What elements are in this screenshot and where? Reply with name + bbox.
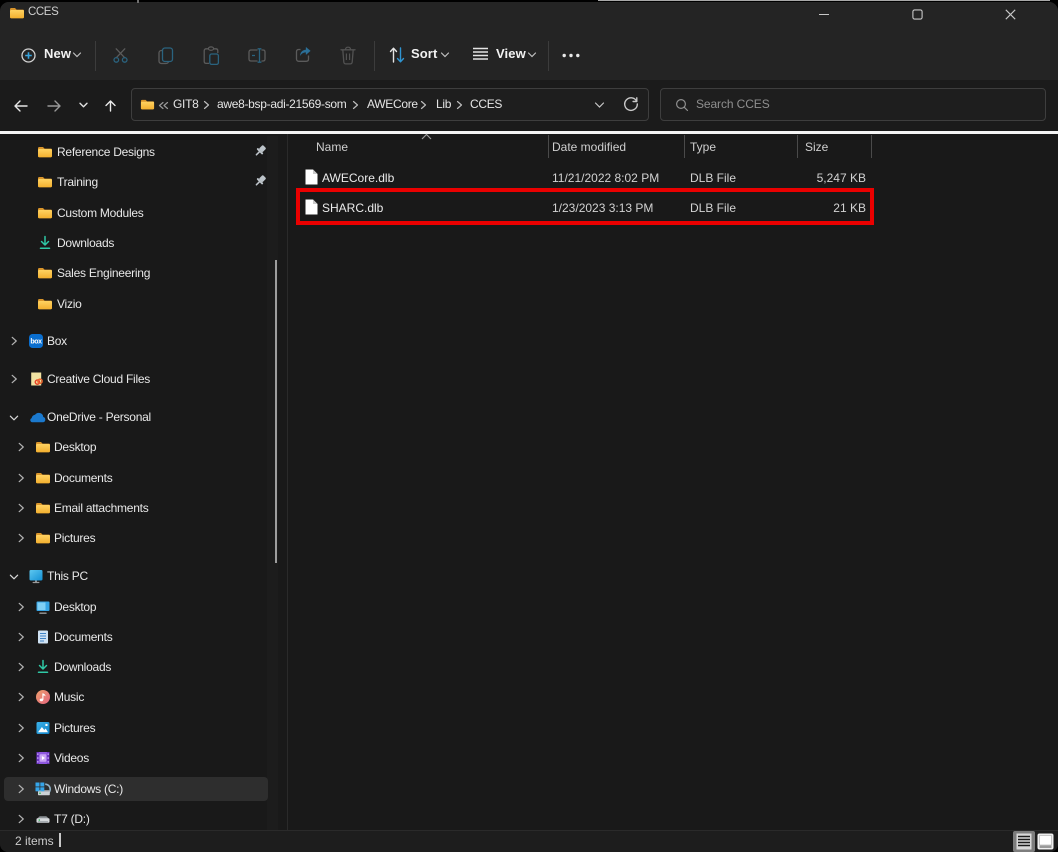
svg-text:box: box xyxy=(30,339,42,346)
